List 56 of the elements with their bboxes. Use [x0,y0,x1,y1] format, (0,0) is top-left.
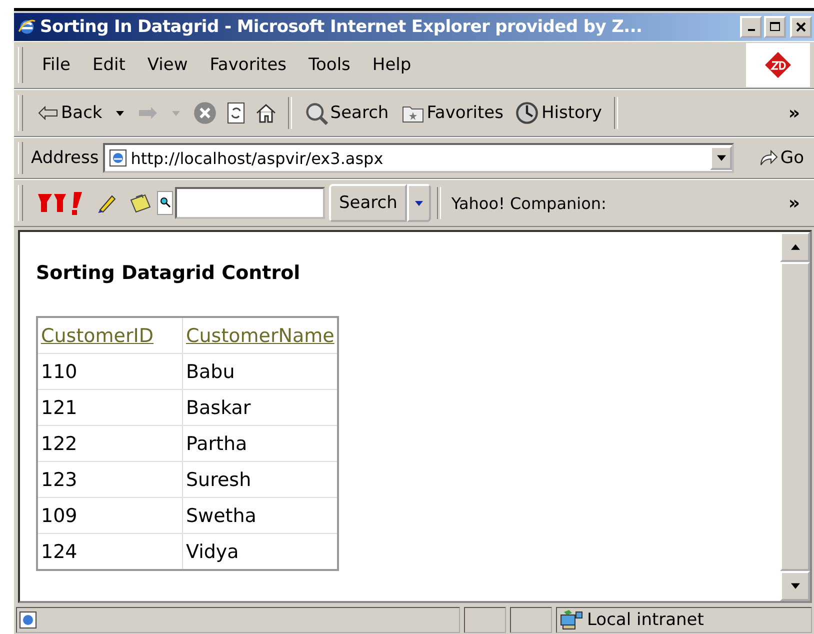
menu-item[interactable]: Help [361,55,422,75]
page-heading: Sorting Datagrid Control [36,262,302,284]
search-icon[interactable] [157,191,173,215]
table-cell: 109 [37,498,182,534]
briefcase-icon[interactable] [128,192,152,214]
minimize-button[interactable] [740,16,762,38]
dropdown-button[interactable] [710,146,732,170]
minimize-icon [748,29,754,31]
search-icon [304,101,328,125]
go-arrow-icon [758,148,778,168]
caret-icon [790,583,800,589]
maximize-icon [769,21,781,33]
zone-label: Local intranet [587,610,704,630]
close-icon [795,21,807,33]
browser-icon [18,18,36,36]
page-icon [108,149,127,167]
scroll-down-button[interactable] [780,571,810,601]
history-button[interactable]: History [509,99,608,127]
menu-item[interactable]: View [136,55,199,75]
caret-icon [415,200,424,206]
companion-label: Yahoo! Companion: [451,194,606,212]
table-cell: 122 [37,426,182,462]
status-pane [510,607,552,633]
table-cell: 110 [37,354,182,390]
search-button[interactable]: Search [298,99,395,127]
status-pane [464,607,506,633]
menu-item[interactable]: Favorites [198,55,298,75]
caret-icon [716,155,726,161]
menu-item[interactable]: File [31,55,82,75]
dropdown-button[interactable] [407,184,432,222]
stop-icon[interactable] [193,101,218,125]
window-title: Sorting In Datagrid - Microsoft Internet Explorer provided by Z... [40,17,644,37]
address-label: Address [31,148,99,168]
search-input[interactable] [175,187,325,219]
caret-icon[interactable] [116,110,124,116]
table-cell: 121 [37,390,182,426]
table-cell: 123 [37,462,182,498]
favorites-button[interactable]: Favorites [394,101,510,125]
maximize-button[interactable] [764,16,786,38]
scroll-up-button[interactable] [780,232,810,262]
network-icon [559,609,583,631]
clock-icon [515,101,540,125]
go-button[interactable]: Go [752,146,810,170]
menu-item[interactable]: Tools [298,55,362,75]
more-chevron[interactable]: » [778,102,810,124]
page-icon [19,611,37,629]
back-arrow-icon [37,106,59,120]
refresh-icon[interactable] [227,102,246,124]
address-field[interactable]: http://localhost/aspvir/ex3.aspx [102,143,734,173]
more-chevron[interactable]: » [778,192,810,214]
back-button[interactable]: Back [31,101,108,125]
caret-icon [790,244,800,250]
search-button[interactable]: Search [329,184,408,222]
menu-item[interactable]: Edit [81,55,136,75]
home-icon[interactable] [255,102,278,124]
close-button[interactable] [790,16,812,38]
